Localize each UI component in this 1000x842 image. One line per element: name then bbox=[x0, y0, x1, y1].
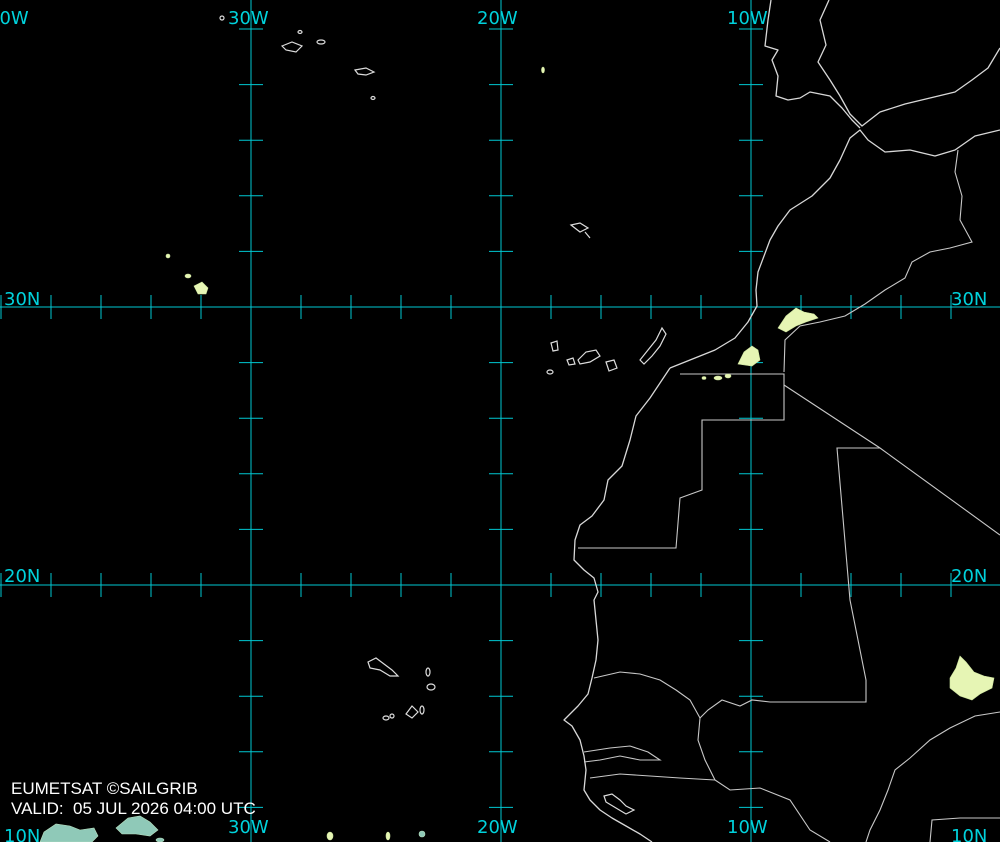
label-bottom-10w: 10W bbox=[727, 817, 768, 838]
label-bottom-30w: 30W bbox=[228, 817, 269, 838]
cloud-small-10 bbox=[155, 837, 165, 842]
cloud-small-1 bbox=[165, 253, 171, 259]
label-left-10n: 10N bbox=[4, 826, 40, 842]
label-top-10w: 10W bbox=[727, 8, 768, 29]
label-right-20n: 20N bbox=[951, 566, 987, 587]
label-right-30n: 30N bbox=[951, 289, 987, 310]
credit-valid-time: VALID: 05 JUL 2026 04:00 UTC bbox=[11, 799, 256, 818]
label-top-30w: 30W bbox=[228, 8, 269, 29]
label-bottom-20w: 20W bbox=[477, 817, 518, 838]
cloud-small-6 bbox=[701, 376, 707, 380]
cloud-small-4 bbox=[713, 375, 723, 381]
cloud-small-5 bbox=[724, 373, 732, 379]
label-right-10n: 10N bbox=[951, 826, 987, 842]
label-left-20n: 20N bbox=[4, 566, 40, 587]
credit-source: EUMETSAT ©SAILGRIB bbox=[11, 779, 198, 798]
cloud-small-3 bbox=[541, 66, 545, 74]
satellite-map: 40W 30W 20W 10W 30W 20W 10W 30N 20N 10N … bbox=[0, 0, 1000, 842]
label-top-20w: 20W bbox=[477, 8, 518, 29]
cloud-small-7 bbox=[326, 831, 334, 841]
label-top-40w: 40W bbox=[0, 8, 29, 29]
cloud-small-9 bbox=[418, 830, 426, 838]
map-background bbox=[0, 0, 1000, 842]
cloud-small-8 bbox=[385, 831, 391, 841]
label-left-30n: 30N bbox=[4, 289, 40, 310]
cloud-small-2 bbox=[184, 273, 192, 279]
